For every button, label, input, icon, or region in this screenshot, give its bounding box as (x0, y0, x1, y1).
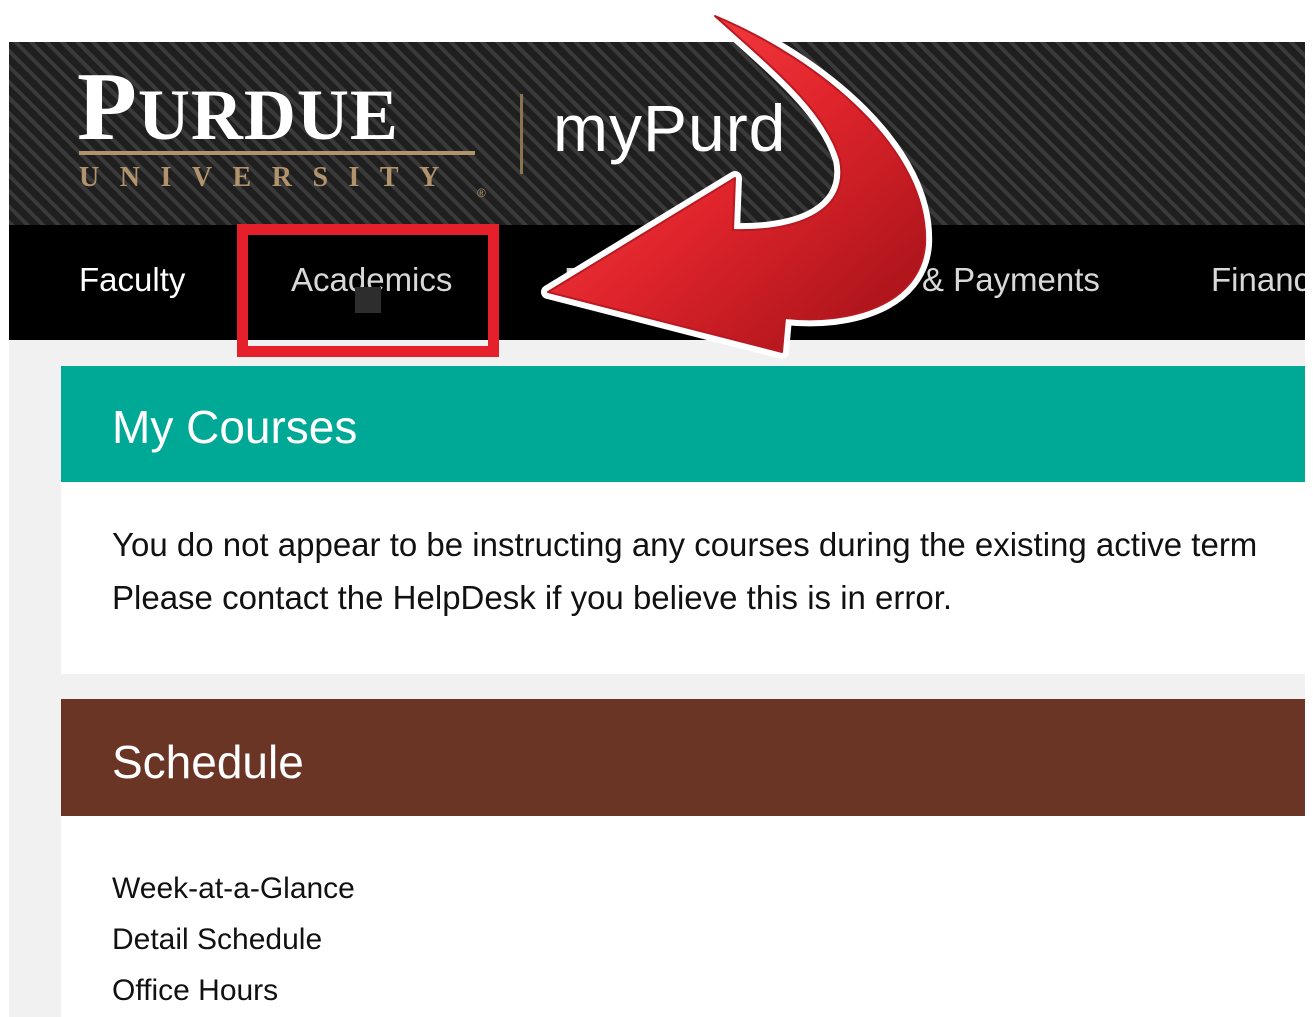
logo-wordmark-rest: URDUE (137, 75, 399, 155)
logo-initial: P (77, 53, 138, 161)
courses-message-line-2: Please contact the HelpDesk if you belie… (112, 579, 953, 616)
week-at-a-glance-link[interactable]: Week-at-a-Glance (112, 872, 355, 906)
courses-message-line-1: You do not appear to be instructing any … (112, 526, 1258, 563)
purdue-logo[interactable]: PURDUE UNIVERSITY ® (77, 58, 497, 200)
schedule-title: Schedule (112, 736, 304, 788)
nav-item-finance[interactable]: Financ (1211, 261, 1305, 299)
office-hours-link[interactable]: Office Hours (112, 974, 278, 1008)
schedule-body: Week-at-a-Glance Detail Schedule Office … (61, 816, 1305, 1017)
schedule-header: Schedule (61, 699, 1305, 816)
logo-university: UNIVERSITY (79, 162, 460, 193)
logo-gold-rule (79, 151, 475, 155)
academics-highlight-box (237, 224, 499, 357)
logo-registered-mark: ® (477, 186, 486, 200)
detail-schedule-link[interactable]: Detail Schedule (112, 923, 322, 957)
nav-item-faculty[interactable]: Faculty (79, 261, 185, 299)
my-courses-body: You do not appear to be instructing any … (61, 482, 1305, 674)
logo-wordmark: PURDUE (77, 58, 399, 156)
arrow-icon (541, 9, 933, 359)
my-courses-title: My Courses (112, 401, 358, 453)
